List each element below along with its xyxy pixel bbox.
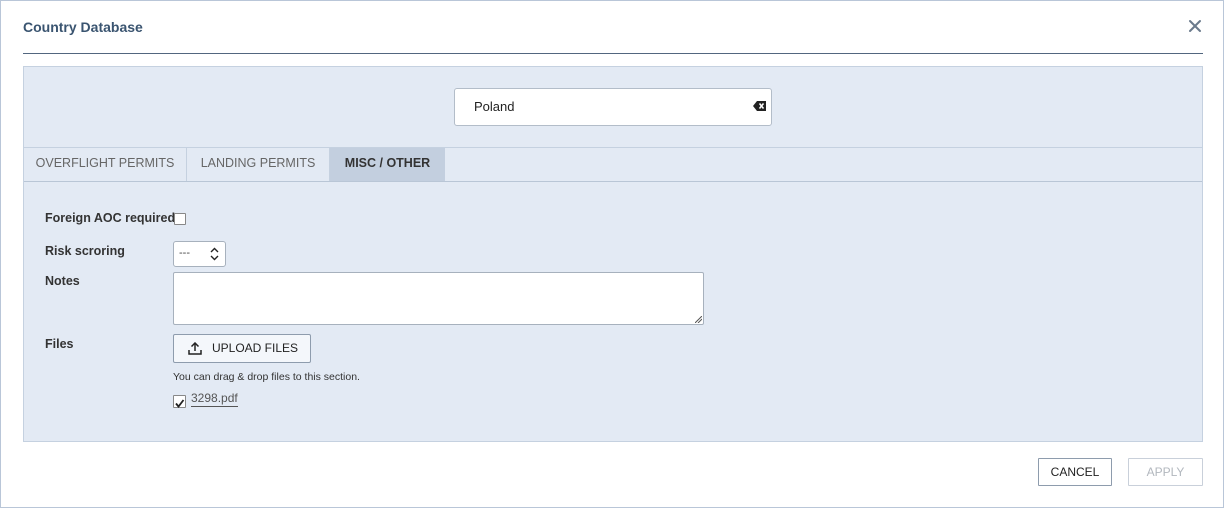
checkmark-icon [175, 399, 185, 408]
foreign-aoc-checkbox[interactable] [174, 213, 186, 225]
risk-scoring-label: Risk scroring [45, 244, 125, 258]
files-label: Files [45, 337, 74, 351]
notes-textarea[interactable] [173, 272, 704, 325]
apply-button[interactable]: APPLY [1128, 458, 1203, 486]
backspace-clear-icon[interactable] [753, 100, 767, 112]
upload-files-label: UPLOAD FILES [212, 341, 299, 355]
risk-scoring-value: --- [179, 247, 190, 259]
close-icon[interactable] [1187, 18, 1203, 34]
tab-overflight-permits[interactable]: OVERFLIGHT PERMITS [24, 148, 187, 181]
tab-bar: OVERFLIGHT PERMITS LANDING PERMITS MISC … [24, 147, 1202, 182]
tab-misc-other[interactable]: MISC / OTHER [330, 148, 445, 181]
country-search-value: Poland [474, 99, 515, 114]
dialog-title: Country Database [23, 19, 143, 35]
country-search-input[interactable]: Poland [454, 88, 772, 126]
updown-arrows-icon [210, 247, 219, 261]
file-checkbox[interactable] [173, 395, 186, 408]
risk-scoring-select[interactable]: --- [173, 241, 226, 267]
tab-landing-permits[interactable]: LANDING PERMITS [187, 148, 330, 181]
cancel-button[interactable]: CANCEL [1038, 458, 1112, 486]
drag-drop-hint: You can drag & drop files to this sectio… [173, 371, 360, 383]
upload-icon [188, 342, 202, 355]
upload-files-button[interactable]: UPLOAD FILES [173, 334, 311, 363]
resize-grip-icon[interactable] [695, 316, 702, 323]
country-database-dialog: Country Database Poland OVERFLIGHT PERMI… [0, 0, 1224, 508]
foreign-aoc-label: Foreign AOC required [45, 211, 176, 225]
notes-label: Notes [45, 274, 80, 288]
content-panel: Poland OVERFLIGHT PERMITS LANDING PERMIT… [23, 66, 1203, 442]
file-link[interactable]: 3298.pdf [191, 391, 238, 407]
title-divider [23, 53, 1203, 54]
